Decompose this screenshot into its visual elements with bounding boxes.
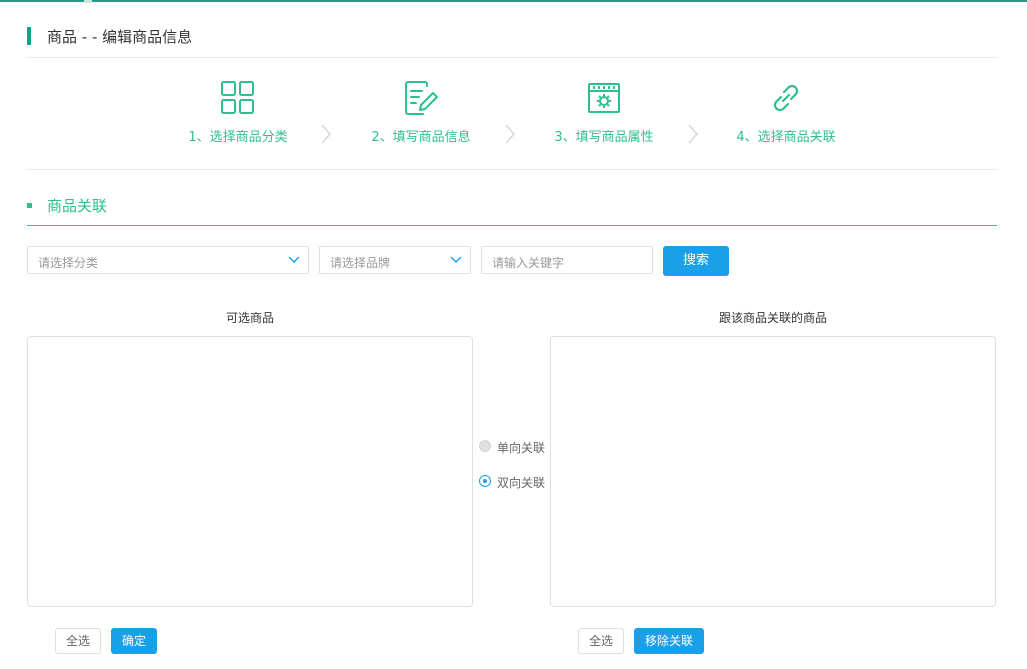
top-tab-indicator — [84, 0, 92, 3]
radio-two-way[interactable]: 双向关联 — [479, 474, 549, 490]
step-progress: 1、选择商品分类 2、填写商品信息 3、填写商品属性 4、选择商品关联 — [27, 57, 997, 170]
chevron-right-icon — [688, 124, 699, 144]
top-accent-line — [0, 0, 1027, 2]
header-accent-bar — [27, 27, 31, 45]
keyword-input-placeholder: 请输入关键字 — [492, 256, 565, 270]
chevron-right-icon — [505, 124, 516, 144]
chevron-right-icon — [321, 124, 332, 144]
chevron-down-icon — [288, 256, 300, 263]
step-3-label: 3、填写商品属性 — [554, 130, 654, 145]
left-select-all-button[interactable]: 全选 — [55, 628, 101, 654]
brand-select[interactable]: 请选择品牌 — [319, 246, 471, 274]
radio-one-way[interactable]: 单向关联 — [479, 439, 549, 455]
radio-one-way-circle[interactable] — [479, 440, 491, 452]
section-title: 商品关联 — [47, 197, 108, 215]
grid-category-icon — [221, 81, 254, 114]
brand-select-placeholder: 请选择品牌 — [330, 256, 391, 270]
available-products-title: 可选商品 — [225, 311, 274, 325]
section-bullet — [27, 203, 32, 208]
category-select[interactable]: 请选择分类 — [27, 246, 309, 274]
linked-products-title: 跟该商品关联的商品 — [718, 311, 827, 325]
radio-two-way-label: 双向关联 — [497, 476, 546, 490]
category-select-placeholder: 请选择分类 — [38, 256, 99, 270]
radio-two-way-circle[interactable] — [479, 475, 491, 487]
search-button[interactable]: 搜索 — [663, 246, 729, 276]
confirm-button[interactable]: 确定 — [111, 628, 157, 654]
right-select-all-button[interactable]: 全选 — [578, 628, 624, 654]
chevron-down-icon — [450, 256, 462, 263]
available-products-list[interactable] — [27, 336, 473, 607]
remove-link-button[interactable]: 移除关联 — [634, 628, 704, 654]
step-4-label: 4、选择商品关联 — [736, 130, 836, 145]
page-title: 商品 - - 编辑商品信息 — [47, 28, 193, 46]
edit-document-icon — [405, 81, 438, 115]
link-icon — [773, 84, 799, 112]
section-header: 商品关联 — [27, 193, 997, 226]
keyword-input[interactable]: 请输入关键字 — [481, 246, 653, 274]
radio-one-way-label: 单向关联 — [497, 441, 546, 455]
settings-window-icon — [588, 83, 620, 113]
step-2-label: 2、填写商品信息 — [371, 130, 471, 145]
linked-products-list[interactable] — [550, 336, 996, 607]
page-header: 商品 - - 编辑商品信息 — [27, 24, 997, 58]
step-1-label: 1、选择商品分类 — [188, 130, 288, 145]
